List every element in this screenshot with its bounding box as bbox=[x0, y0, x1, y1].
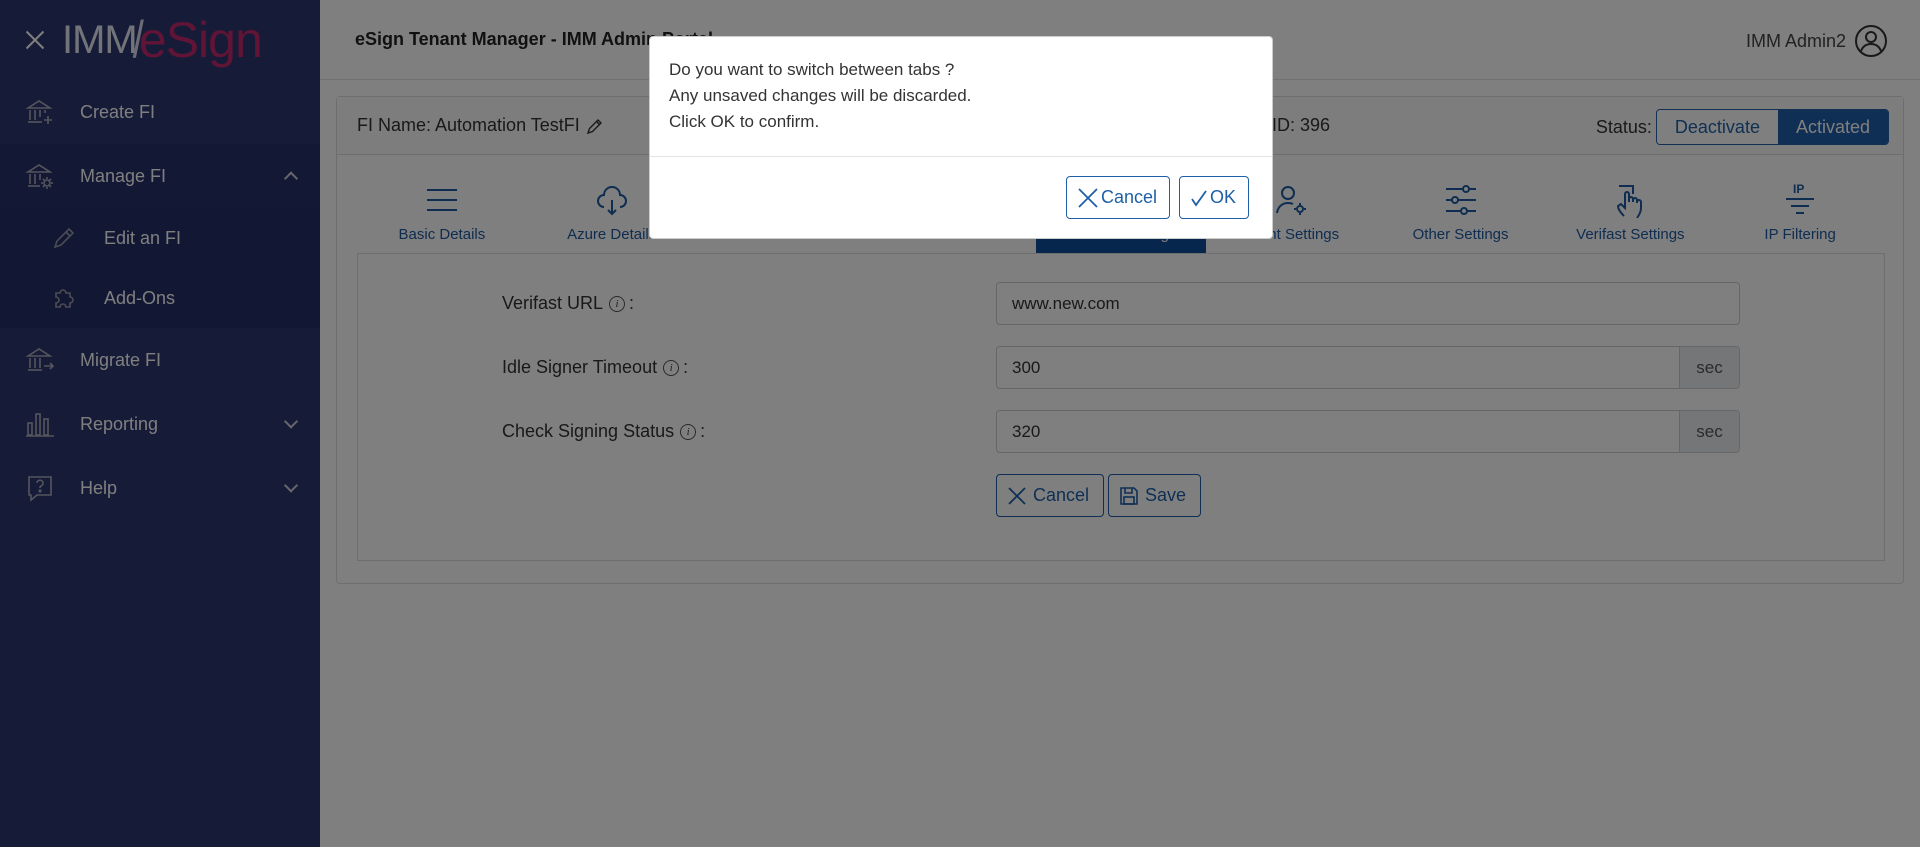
confirm-dialog-footer: Cancel OK bbox=[650, 157, 1272, 239]
dialog-message-line: Click OK to confirm. bbox=[669, 112, 820, 131]
confirm-dialog-body: Do you want to switch between tabs ? Any… bbox=[650, 37, 1272, 157]
dialog-message-line: Do you want to switch between tabs ? bbox=[669, 60, 955, 79]
dialog-message-line: Any unsaved changes will be discarded. bbox=[669, 86, 972, 105]
dialog-ok-button[interactable]: OK bbox=[1179, 176, 1250, 219]
check-icon bbox=[1191, 189, 1207, 207]
dialog-ok-label: OK bbox=[1210, 187, 1237, 207]
close-icon bbox=[1078, 187, 1098, 208]
dialog-cancel-button[interactable]: Cancel bbox=[1066, 176, 1171, 219]
dialog-cancel-label: Cancel bbox=[1101, 187, 1158, 207]
confirm-dialog: Do you want to switch between tabs ? Any… bbox=[649, 36, 1273, 239]
